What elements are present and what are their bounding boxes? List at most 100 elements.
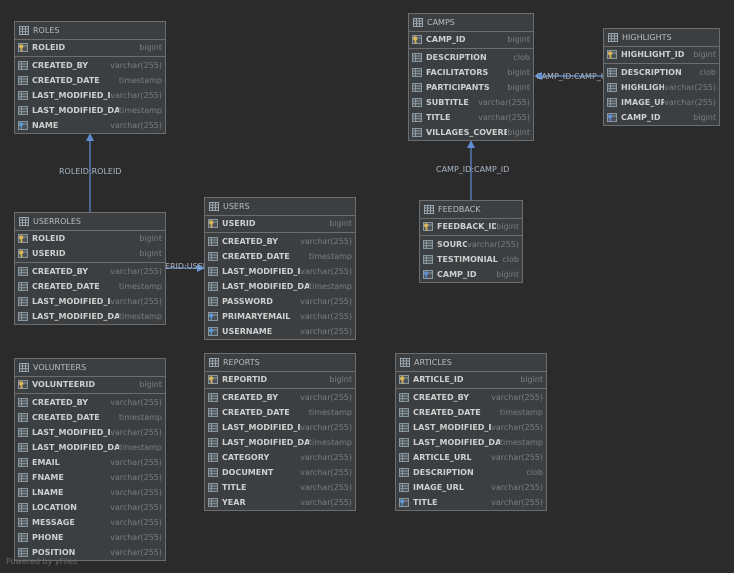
column-row-facilitators[interactable]: FACILITATORS bigint bbox=[409, 65, 533, 80]
table-title: USERROLES bbox=[33, 217, 81, 226]
table-header[interactable]: VOLUNTEERS bbox=[15, 359, 165, 377]
column-row-camp-id[interactable]: CAMP_ID bigint bbox=[409, 32, 533, 47]
column-row-category[interactable]: CATEGORY varchar(255) bbox=[205, 450, 355, 465]
table-header[interactable]: HIGHLIGHTS bbox=[604, 29, 719, 47]
column-row-userid[interactable]: USERID bigint bbox=[205, 216, 355, 231]
table-roles[interactable]: ROLES ROLEID bigint CREATED_BY varchar(255) C… bbox=[14, 21, 166, 134]
column-row-document[interactable]: DOCUMENT varchar(255) bbox=[205, 465, 355, 480]
column-row-created-date[interactable]: CREATED_DATE timestamp bbox=[15, 73, 165, 88]
column-row-last-modified-by[interactable]: LAST_MODIFIED_BYvarchar(255) bbox=[205, 264, 355, 279]
column-row-camp-id[interactable]: CAMP_ID bigint bbox=[420, 267, 522, 282]
column-row-created-by[interactable]: CREATED_BY varchar(255) bbox=[396, 390, 546, 405]
column-row-highlight[interactable]: HIGHLIGHTvarchar(255) bbox=[604, 80, 719, 95]
table-header[interactable]: FEEDBACK bbox=[420, 201, 522, 219]
column-row-last-modified-by[interactable]: LAST_MODIFIED_BYvarchar(255) bbox=[205, 420, 355, 435]
column-name: CREATED_DATE bbox=[32, 282, 100, 291]
column-row-created-date[interactable]: CREATED_DATE timestamp bbox=[396, 405, 546, 420]
table-articles[interactable]: ARTICLES ARTICLE_ID bigint CREATED_BY varcha… bbox=[395, 353, 547, 511]
column-row-location[interactable]: LOCATION varchar(255) bbox=[15, 500, 165, 515]
column-row-reportid[interactable]: REPORTID bigint bbox=[205, 372, 355, 387]
column-row-lname[interactable]: LNAME varchar(255) bbox=[15, 485, 165, 500]
column-row-article-id[interactable]: ARTICLE_ID bigint bbox=[396, 372, 546, 387]
table-feedback[interactable]: FEEDBACK FEEDBACK_IDbigint SOURCEvarchar(2… bbox=[419, 200, 523, 283]
table-header[interactable]: REPORTS bbox=[205, 354, 355, 372]
foreign-key-icon bbox=[423, 267, 437, 282]
table-header[interactable]: USERS bbox=[205, 198, 355, 216]
table-header[interactable]: ARTICLES bbox=[396, 354, 546, 372]
column-row-primaryemail[interactable]: PRIMARYEMAIL varchar(255) bbox=[205, 309, 355, 324]
column-row-description[interactable]: DESCRIPTION clob bbox=[409, 50, 533, 65]
column-row-created-by[interactable]: CREATED_BY varchar(255) bbox=[205, 234, 355, 249]
column-type: varchar(255) bbox=[478, 98, 530, 107]
column-row-last-modified-date[interactable]: LAST_MODIFIED_DATEtimestamp bbox=[15, 103, 165, 118]
column-row-description[interactable]: DESCRIPTION clob bbox=[604, 65, 719, 80]
column-row-last-modified-date[interactable]: LAST_MODIFIED_DATEtimestamp bbox=[396, 435, 546, 450]
column-row-password[interactable]: PASSWORD varchar(255) bbox=[205, 294, 355, 309]
column-type: varchar(255) bbox=[300, 423, 352, 432]
column-row-villages-covered[interactable]: VILLAGES_COVERED bigint bbox=[409, 125, 533, 140]
column-row-highlight-id[interactable]: HIGHLIGHT_ID bigint bbox=[604, 47, 719, 62]
column-row-created-by[interactable]: CREATED_BY varchar(255) bbox=[15, 395, 165, 410]
column-row-last-modified-by[interactable]: LAST_MODIFIED_BYvarchar(255) bbox=[15, 294, 165, 309]
column-row-source[interactable]: SOURCEvarchar(255) bbox=[420, 237, 522, 252]
column-icon bbox=[399, 435, 413, 450]
column-icon bbox=[208, 435, 222, 450]
column-row-phone[interactable]: PHONE varchar(255) bbox=[15, 530, 165, 545]
column-row-subtitle[interactable]: SUBTITLE varchar(255) bbox=[409, 95, 533, 110]
column-row-feedback-id[interactable]: FEEDBACK_ID bigint bbox=[420, 219, 522, 234]
table-header[interactable]: ROLES bbox=[15, 22, 165, 40]
table-icon bbox=[19, 22, 33, 39]
column-row-title[interactable]: TITLE varchar(255) bbox=[205, 480, 355, 495]
column-row-roleid[interactable]: ROLEID bigint bbox=[15, 40, 165, 55]
column-row-description[interactable]: DESCRIPTION clob bbox=[396, 465, 546, 480]
table-volunteers[interactable]: VOLUNTEERS VOLUNTEERID bigint CREATED_BY var… bbox=[14, 358, 166, 561]
column-icon bbox=[412, 110, 426, 125]
column-row-last-modified-by[interactable]: LAST_MODIFIED_BYvarchar(255) bbox=[396, 420, 546, 435]
column-row-image-url[interactable]: IMAGE_URLvarchar(255) bbox=[396, 480, 546, 495]
column-icon bbox=[18, 103, 32, 118]
column-row-created-date[interactable]: CREATED_DATE timestamp bbox=[15, 279, 165, 294]
column-row-roleid[interactable]: ROLEID bigint bbox=[15, 231, 165, 246]
column-row-created-date[interactable]: CREATED_DATE timestamp bbox=[205, 249, 355, 264]
table-header[interactable]: CAMPS bbox=[409, 14, 533, 32]
primary-key-icon bbox=[208, 372, 222, 387]
table-header[interactable]: USERROLES bbox=[15, 213, 165, 231]
table-highlights[interactable]: HIGHLIGHTS HIGHLIGHT_ID bigint DESCRIPTION c… bbox=[603, 28, 720, 126]
column-row-last-modified-date[interactable]: LAST_MODIFIED_DATEtimestamp bbox=[205, 435, 355, 450]
column-row-email[interactable]: EMAIL varchar(255) bbox=[15, 455, 165, 470]
column-row-created-by[interactable]: CREATED_BY varchar(255) bbox=[15, 58, 165, 73]
column-row-last-modified-date[interactable]: LAST_MODIFIED_DATEtimestamp bbox=[15, 440, 165, 455]
column-name: ARTICLE_ID bbox=[413, 375, 464, 384]
column-row-camp-id[interactable]: CAMP_ID bigint bbox=[604, 110, 719, 125]
table-userroles[interactable]: USERROLES ROLEID bigint USERID bigint CREATED… bbox=[14, 212, 166, 325]
column-row-last-modified-by[interactable]: LAST_MODIFIED_BYvarchar(255) bbox=[15, 425, 165, 440]
column-row-created-date[interactable]: CREATED_DATE timestamp bbox=[205, 405, 355, 420]
column-name: FEEDBACK_ID bbox=[437, 222, 497, 231]
column-row-last-modified-date[interactable]: LAST_MODIFIED_DATEtimestamp bbox=[15, 309, 165, 324]
column-row-article-url[interactable]: ARTICLE_URL varchar(255) bbox=[396, 450, 546, 465]
column-row-userid[interactable]: USERID bigint bbox=[15, 246, 165, 261]
column-row-name[interactable]: NAME varchar(255) bbox=[15, 118, 165, 133]
table-reports[interactable]: REPORTS REPORTID bigint CREATED_BY varchar(2… bbox=[204, 353, 356, 511]
column-row-created-by[interactable]: CREATED_BY varchar(255) bbox=[15, 264, 165, 279]
column-type: bigint bbox=[139, 43, 162, 52]
column-row-created-date[interactable]: CREATED_DATE timestamp bbox=[15, 410, 165, 425]
column-name: LAST_MODIFIED_BY bbox=[32, 91, 110, 100]
column-row-testimonial[interactable]: TESTIMONIAL clob bbox=[420, 252, 522, 267]
column-row-image-url[interactable]: IMAGE_URLvarchar(255) bbox=[604, 95, 719, 110]
column-row-username[interactable]: USERNAME varchar(255) bbox=[205, 324, 355, 339]
column-row-title[interactable]: TITLE varchar(255) bbox=[409, 110, 533, 125]
column-icon bbox=[18, 73, 32, 88]
column-row-volunteerid[interactable]: VOLUNTEERID bigint bbox=[15, 377, 165, 392]
column-row-fname[interactable]: FNAME varchar(255) bbox=[15, 470, 165, 485]
column-name: TITLE bbox=[413, 498, 438, 507]
column-row-year[interactable]: YEAR varchar(255) bbox=[205, 495, 355, 510]
column-row-message[interactable]: MESSAGE varchar(255) bbox=[15, 515, 165, 530]
column-row-last-modified-date[interactable]: LAST_MODIFIED_DATEtimestamp bbox=[205, 279, 355, 294]
table-users[interactable]: USERS USERID bigint CREATED_BY varchar(255) C… bbox=[204, 197, 356, 340]
column-row-last-modified-by[interactable]: LAST_MODIFIED_BYvarchar(255) bbox=[15, 88, 165, 103]
column-row-title[interactable]: TITLE varchar(255) bbox=[396, 495, 546, 510]
table-camps[interactable]: CAMPS CAMP_ID bigint DESCRIPTION clob FACILIT… bbox=[408, 13, 534, 141]
column-row-created-by[interactable]: CREATED_BY varchar(255) bbox=[205, 390, 355, 405]
column-row-participants[interactable]: PARTICIPANTS bigint bbox=[409, 80, 533, 95]
